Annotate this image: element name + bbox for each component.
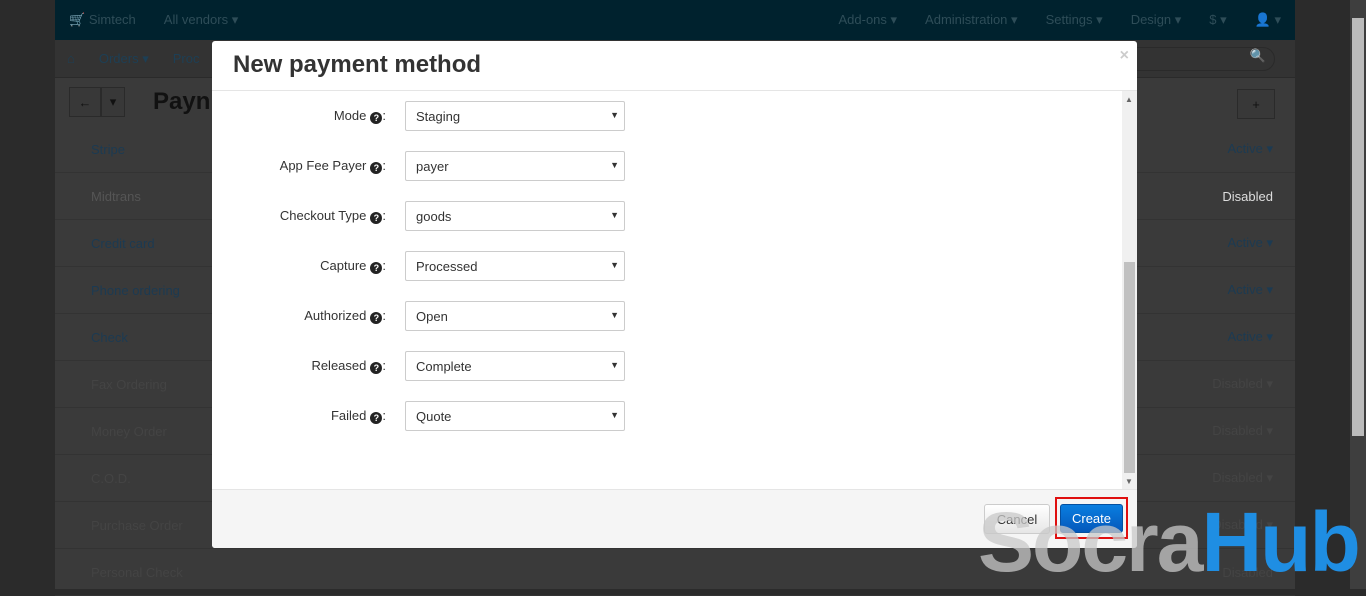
home-icon[interactable]: ⌂ [55, 51, 87, 66]
payment-method-name[interactable]: Money Order [91, 424, 167, 439]
payment-method-name[interactable]: Midtrans [91, 189, 141, 204]
status-dropdown[interactable]: Disabled [1222, 189, 1273, 204]
help-icon[interactable]: ? [370, 162, 383, 174]
new-payment-method-dialog: New payment method × Mode?: Staging ▼ App F… [212, 41, 1137, 548]
help-icon[interactable]: ? [370, 212, 383, 224]
nav-user[interactable]: 👤 ▾ [1241, 12, 1295, 28]
payment-method-name[interactable]: Check [91, 330, 128, 345]
chevron-down-icon: ▼ [610, 410, 619, 420]
field-select[interactable]: Open ▼ [405, 301, 625, 331]
nav-administration[interactable]: Administration ▾ [911, 12, 1032, 28]
field-select[interactable]: Staging ▼ [405, 101, 625, 131]
status-dropdown[interactable]: Active ▾ [1227, 282, 1273, 298]
close-icon[interactable]: × [1120, 47, 1129, 65]
highlight-box: Create [1055, 497, 1128, 539]
back-dropdown[interactable]: ▾ [101, 87, 125, 117]
vendor-selector[interactable]: All vendors ▾ [150, 12, 252, 28]
status-dropdown[interactable]: Disabled [1222, 565, 1273, 580]
payment-method-name[interactable]: Fax Ordering [91, 377, 167, 392]
payment-method-name[interactable]: Purchase Order [91, 518, 183, 533]
payment-method-name[interactable]: C.O.D. [91, 471, 131, 486]
status-dropdown[interactable]: Active ▾ [1227, 329, 1273, 345]
brand[interactable]: 🛒 Simtech [55, 12, 150, 28]
field-select[interactable]: goods ▼ [405, 201, 625, 231]
form-row: Failed?: Quote ▼ [212, 401, 812, 431]
chevron-down-icon: ▼ [610, 160, 619, 170]
field-select[interactable]: Complete ▼ [405, 351, 625, 381]
chevron-down-icon: ▼ [610, 260, 619, 270]
form-row: App Fee Payer?: payer ▼ [212, 151, 812, 181]
payment-method-name[interactable]: Stripe [91, 142, 125, 157]
status-dropdown[interactable]: Disabled ▾ [1212, 517, 1273, 533]
form-row: Mode?: Staging ▼ [212, 101, 812, 131]
chevron-down-icon: ▼ [610, 310, 619, 320]
dialog-title: New payment method [233, 51, 482, 78]
form-row: Released?: Complete ▼ [212, 351, 812, 381]
page-scrollbar[interactable] [1350, 0, 1366, 589]
payment-method-name[interactable]: Credit card [91, 236, 155, 251]
form-row: Capture?: Processed ▼ [212, 251, 812, 281]
dialog-scrollbar[interactable]: ▲ ▼ [1122, 91, 1137, 489]
nav-design[interactable]: Design ▾ [1117, 12, 1196, 28]
payment-method-name[interactable]: Personal Check [91, 565, 183, 580]
field-label: Released?: [311, 358, 386, 374]
top-nav: 🛒 Simtech All vendors ▾ Add-ons ▾ Admini… [55, 0, 1295, 40]
create-button[interactable]: Create [1060, 504, 1123, 533]
status-dropdown[interactable]: Active ▾ [1227, 235, 1273, 251]
nav-products[interactable]: Proc [161, 51, 212, 66]
field-label: Authorized?: [304, 308, 386, 324]
field-label: Checkout Type?: [279, 208, 386, 224]
form-row: Checkout Type?: goods ▼ [212, 201, 812, 231]
status-dropdown[interactable]: Disabled ▾ [1212, 423, 1273, 439]
nav-addons[interactable]: Add-ons ▾ [824, 12, 911, 28]
chevron-down-icon: ▼ [610, 110, 619, 120]
nav-settings[interactable]: Settings ▾ [1032, 12, 1117, 28]
field-label: Mode?: [333, 108, 386, 124]
chevron-down-icon: ▼ [610, 360, 619, 370]
nav-currency[interactable]: $ ▾ [1195, 12, 1240, 28]
page-title: Payn [153, 88, 211, 115]
field-label: App Fee Payer?: [279, 158, 386, 174]
field-label: Failed?: [330, 408, 386, 424]
status-dropdown[interactable]: Active ▾ [1227, 141, 1273, 157]
add-button[interactable]: + [1237, 89, 1275, 119]
field-select[interactable]: payer ▼ [405, 151, 625, 181]
form-row: Authorized?: Open ▼ [212, 301, 812, 331]
back-button[interactable]: ← [69, 87, 101, 117]
chevron-down-icon: ▼ [610, 210, 619, 220]
dialog-body: Mode?: Staging ▼ App Fee Payer?: payer ▼ Check… [212, 91, 1137, 489]
cancel-button[interactable]: Cancel [984, 504, 1050, 534]
help-icon[interactable]: ? [370, 412, 383, 424]
search-icon: 🔍 [1249, 48, 1266, 63]
help-icon[interactable]: ? [370, 112, 383, 124]
help-icon[interactable]: ? [370, 262, 383, 274]
help-icon[interactable]: ? [370, 362, 383, 374]
field-label: Capture?: [320, 258, 386, 274]
payment-method-name[interactable]: Phone ordering [91, 283, 180, 298]
field-select[interactable]: Processed ▼ [405, 251, 625, 281]
help-icon[interactable]: ? [370, 312, 383, 324]
nav-orders[interactable]: Orders ▾ [87, 51, 161, 67]
field-select[interactable]: Quote ▼ [405, 401, 625, 431]
status-dropdown[interactable]: Disabled ▾ [1212, 376, 1273, 392]
status-dropdown[interactable]: Disabled ▾ [1212, 470, 1273, 486]
